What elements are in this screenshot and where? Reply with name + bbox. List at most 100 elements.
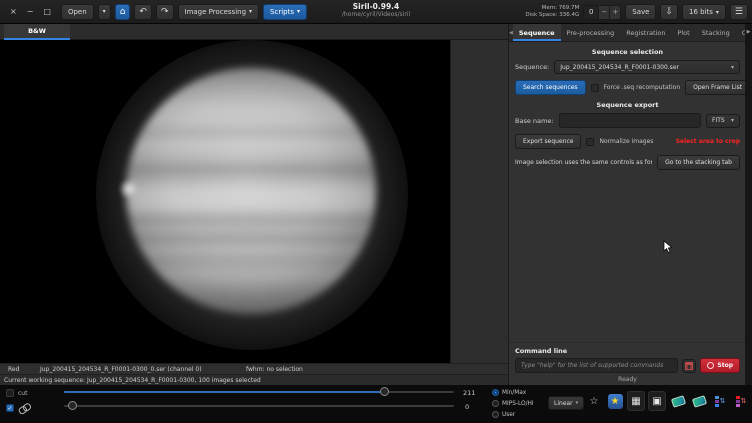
tab-plot-label: Plot xyxy=(677,28,690,37)
save-button[interactable]: Save xyxy=(625,4,657,20)
resources-readout: Mem: 769.7M Disk Space: 336.4G xyxy=(525,5,579,19)
high-threshold-slider[interactable] xyxy=(64,387,454,397)
rgb-align-button[interactable]: ⇅ xyxy=(732,391,750,411)
spinner-minus-button[interactable]: − xyxy=(598,5,610,19)
high-slider-handle[interactable] xyxy=(380,387,389,396)
hamburger-menu-button[interactable]: ☰ xyxy=(729,4,748,20)
save-as-button[interactable]: ⇩ xyxy=(660,4,678,20)
crop-hint-text: Select area to crop xyxy=(675,138,740,145)
force-seq-checkbox[interactable] xyxy=(590,83,599,92)
cut-label: cut xyxy=(18,389,28,397)
radio-user-label: User xyxy=(502,411,516,418)
tab-registration[interactable]: Registration xyxy=(620,24,671,41)
radio-minmax[interactable]: Min/Max xyxy=(492,387,534,398)
search-sequences-label: Search sequences xyxy=(523,84,578,91)
command-line-title: Command line xyxy=(515,347,568,355)
star-detection-icon: ★ xyxy=(607,393,623,409)
open-frame-list-label: Open Frame List xyxy=(693,84,743,91)
image-viewer: B&W Red Jup_200415_204534_R_F0001-0300_0… xyxy=(0,24,508,385)
photometry-star-icon: ☆ xyxy=(589,395,599,407)
maximize-icon[interactable]: □ xyxy=(43,7,51,16)
fwhm-readout: fwhm: no selection xyxy=(246,366,303,373)
scale-mode-dropdown[interactable]: Linear ▾ xyxy=(548,396,585,410)
rgb-align-icon xyxy=(735,395,740,407)
search-sequences-button[interactable]: Search sequences xyxy=(515,80,586,95)
slider-fill xyxy=(64,391,384,393)
export-sequence-label: Export sequence xyxy=(523,138,574,145)
image-canvas[interactable] xyxy=(0,40,508,363)
stop-button[interactable]: Stop xyxy=(700,358,740,373)
link-thresholds-checkbox[interactable]: ✓ xyxy=(6,404,14,412)
star-detection-button[interactable]: ★ xyxy=(606,391,624,411)
single-view-button[interactable]: ▣ xyxy=(648,391,666,411)
image-processing-menu[interactable]: Image Processing ▾ xyxy=(177,3,260,20)
scripts-menu[interactable]: Scripts ▾ xyxy=(263,3,308,20)
panel-scroll-strip: ▶ xyxy=(745,24,752,385)
open-button[interactable]: Open xyxy=(60,3,94,20)
sequence-film-ref-button[interactable] xyxy=(690,391,708,411)
command-list-button[interactable] xyxy=(682,358,697,373)
scale-mode-label: Linear xyxy=(554,399,573,407)
image-status-bar: Red Jup_200415_204534_R_F0001-0300_0.ser… xyxy=(0,363,508,374)
open-recent-button[interactable]: ▾ xyxy=(97,3,111,20)
normalize-images-checkbox[interactable] xyxy=(586,137,595,146)
redo-button[interactable]: ↷ xyxy=(155,3,174,20)
header-bar: × − □ Open ▾ ⌂ ↶ ↷ Image Processing ▾ Scr… xyxy=(0,0,752,24)
chain-link-icon[interactable] xyxy=(16,400,33,416)
tab-sequence[interactable]: Sequence xyxy=(512,24,561,41)
grid-view-button[interactable]: ▦ xyxy=(627,391,645,411)
radio-mips[interactable]: MIPS-LO/HI xyxy=(492,398,534,409)
photometry-star-button[interactable]: ☆ xyxy=(585,391,603,411)
low-slider-handle[interactable] xyxy=(68,401,77,410)
chevron-down-icon: ▾ xyxy=(730,117,734,124)
go-to-stacking-label: Go to the stacking tab xyxy=(665,159,732,166)
stop-record-icon xyxy=(707,362,715,369)
stacking-note-text: Image selection uses the same controls a… xyxy=(515,159,653,166)
home-button[interactable]: ⌂ xyxy=(114,3,131,20)
spinner-plus-button[interactable]: + xyxy=(609,5,621,19)
undo-button[interactable]: ↶ xyxy=(134,3,152,20)
tab-stacking[interactable]: Stacking xyxy=(696,24,736,41)
radio-icon xyxy=(492,400,499,407)
chevron-down-icon: ▾ xyxy=(102,8,106,15)
tabs-scroll-right-icon[interactable]: ▶ xyxy=(745,29,752,35)
low-threshold-slider[interactable] xyxy=(64,401,454,411)
export-sequence-button[interactable]: Export sequence xyxy=(515,134,582,149)
command-list-icon xyxy=(685,361,694,370)
command-line-section: Command line Stop Ready xyxy=(509,342,746,385)
cut-checkbox[interactable] xyxy=(6,389,14,397)
updown-arrows-icon: ⇅ xyxy=(740,396,747,405)
chevron-down-icon: ▾ xyxy=(297,8,301,15)
tab-bw-channel[interactable]: B&W xyxy=(4,24,70,40)
low-threshold-value: 0 xyxy=(465,403,470,411)
right-panel: ◀ Sequence Pre-processing Registration P… xyxy=(508,24,752,385)
close-icon[interactable]: × xyxy=(10,7,17,16)
sequence-film-button[interactable] xyxy=(669,391,687,411)
bottom-toolbar: cut 211 ✓ 0 Min/Max MIPS-LO/HI User Line… xyxy=(0,385,752,423)
export-format-dropdown[interactable]: FITS ▾ xyxy=(706,113,740,128)
tab-stacking-label: Stacking xyxy=(701,28,730,37)
go-to-stacking-button[interactable]: Go to the stacking tab xyxy=(657,155,740,170)
sequence-dropdown[interactable]: Jup_200415_204534_R_F0001-0300.ser ▾ xyxy=(554,60,740,74)
radio-icon xyxy=(492,411,499,418)
radio-user[interactable]: User xyxy=(492,409,534,420)
stop-button-label: Stop xyxy=(717,362,733,369)
open-frame-list-button[interactable]: Open Frame List xyxy=(685,80,751,95)
undo-icon: ↶ xyxy=(139,6,147,17)
minimize-icon[interactable]: − xyxy=(27,7,34,16)
sequence-film-ref-icon xyxy=(691,394,707,408)
tab-pre-processing[interactable]: Pre-processing xyxy=(561,24,621,41)
siril-window: × − □ Open ▾ ⌂ ↶ ↷ Image Processing ▾ Scr… xyxy=(0,0,752,423)
radio-selected-icon xyxy=(492,389,499,396)
canvas-padding xyxy=(450,40,508,363)
rgb-compose-button[interactable]: ⇅ xyxy=(711,391,729,411)
channel-tabbar: B&W xyxy=(0,24,508,40)
home-icon: ⌂ xyxy=(119,6,126,17)
header-right: Mem: 769.7M Disk Space: 336.4G 0 − + Sav… xyxy=(525,0,748,24)
sequence-status-bar: Current working sequence: Jup_200415_204… xyxy=(0,374,508,385)
bit-depth-dropdown[interactable]: 16 bits ▾ xyxy=(681,4,726,20)
base-name-input[interactable] xyxy=(558,113,701,128)
tab-plot[interactable]: Plot xyxy=(671,24,695,41)
command-input[interactable] xyxy=(515,358,679,373)
spinner-value[interactable]: 0 xyxy=(584,5,599,19)
